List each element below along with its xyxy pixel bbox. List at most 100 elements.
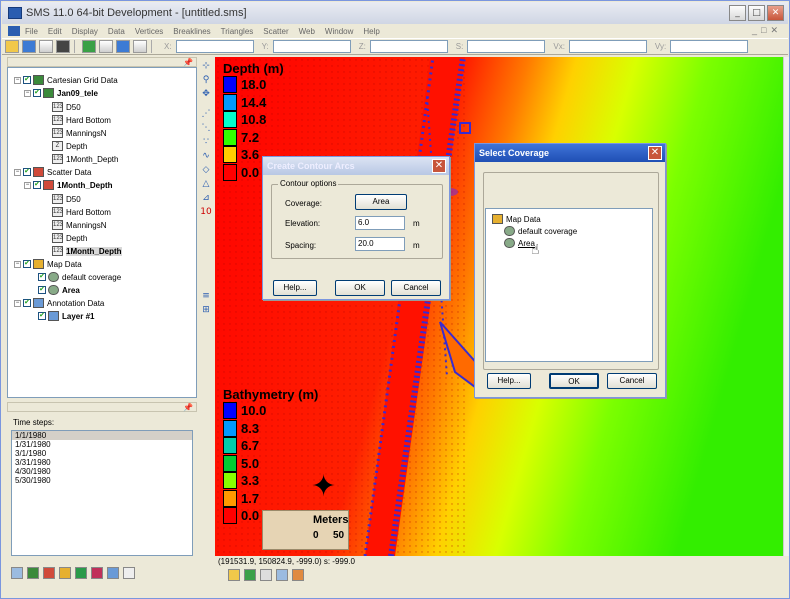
checkbox[interactable]: ✔ bbox=[23, 260, 31, 268]
open-icon[interactable] bbox=[5, 40, 19, 53]
menu-breaklines[interactable]: Breaklines bbox=[168, 27, 215, 36]
checkbox[interactable]: ✔ bbox=[23, 168, 31, 176]
scatter-module-icon[interactable] bbox=[43, 567, 55, 579]
pin-icon[interactable]: 📌 bbox=[183, 403, 193, 412]
collapse-icon[interactable]: − bbox=[14, 168, 21, 176]
mdi-controls[interactable]: _□✕ bbox=[752, 25, 782, 36]
tree-dataset[interactable]: 123 Hard Bottom bbox=[52, 206, 111, 218]
node-tool-icon[interactable]: ⋱ bbox=[199, 122, 213, 134]
display-options-icon[interactable] bbox=[244, 569, 256, 581]
frame-icon[interactable] bbox=[116, 40, 130, 53]
pin-icon[interactable]: 📌 bbox=[183, 58, 193, 67]
z-field[interactable] bbox=[369, 40, 448, 53]
annotation-module-icon[interactable] bbox=[107, 567, 119, 579]
particle-module-icon[interactable] bbox=[91, 567, 103, 579]
elevation-field[interactable]: 6.0 bbox=[355, 216, 405, 230]
gis-module-icon[interactable] bbox=[75, 567, 87, 579]
checkbox[interactable]: ✔ bbox=[38, 312, 46, 320]
menu-display[interactable]: Display bbox=[67, 27, 103, 36]
tree-cartesian-grid[interactable]: − ✔ Cartesian Grid Data bbox=[14, 74, 118, 86]
tree-scatter-data[interactable]: − ✔ Scatter Data bbox=[14, 166, 91, 178]
minimize-button[interactable]: _ bbox=[729, 5, 746, 21]
menu-data[interactable]: Data bbox=[103, 27, 130, 36]
save-icon[interactable] bbox=[22, 40, 36, 53]
menu-web[interactable]: Web bbox=[294, 27, 320, 36]
maximize-button[interactable]: □ bbox=[748, 5, 765, 21]
checkbox[interactable]: ✔ bbox=[38, 273, 46, 281]
menu-scatter[interactable]: Scatter bbox=[258, 27, 293, 36]
print-icon[interactable] bbox=[39, 40, 53, 53]
pan-tool-icon[interactable]: ✥ bbox=[199, 88, 213, 100]
menu-triangles[interactable]: Triangles bbox=[216, 27, 259, 36]
collapse-icon[interactable]: − bbox=[24, 89, 31, 97]
tree-layer[interactable]: ✔ Layer #1 bbox=[38, 310, 94, 322]
checkbox[interactable]: ✔ bbox=[33, 89, 41, 97]
time-step-item[interactable]: 4/30/1980 bbox=[12, 467, 192, 476]
tree-grid-item[interactable]: − ✔ Jan09_tele bbox=[24, 87, 98, 99]
feature-tool-icon[interactable]: ⊿ bbox=[199, 192, 213, 204]
tree-dataset[interactable]: 123 D50 bbox=[52, 101, 81, 113]
pan-icon[interactable] bbox=[133, 40, 147, 53]
tree-map-data[interactable]: − ✔ Map Data bbox=[14, 258, 82, 270]
vy-field[interactable] bbox=[670, 40, 749, 53]
tree-dataset[interactable]: 123 D50 bbox=[52, 193, 81, 205]
chart-icon[interactable] bbox=[292, 569, 304, 581]
cancel-button[interactable]: Cancel bbox=[391, 280, 441, 296]
ok-button[interactable]: OK bbox=[549, 373, 599, 389]
checkbox[interactable]: ✔ bbox=[23, 76, 31, 84]
help-button[interactable]: Help... bbox=[487, 373, 531, 389]
vx-field[interactable] bbox=[568, 40, 647, 53]
model-tool-icon[interactable]: ⊞ bbox=[199, 304, 213, 316]
zoom-icon[interactable] bbox=[99, 40, 113, 53]
help-button[interactable]: Help... bbox=[273, 280, 317, 296]
vertex-tool-icon[interactable]: ⋰ bbox=[199, 108, 213, 120]
checkbox[interactable]: ✔ bbox=[23, 299, 31, 307]
time-step-item[interactable]: 1/1/1980 bbox=[12, 431, 192, 440]
tree-scatter-item[interactable]: − ✔ 1Month_Depth bbox=[24, 179, 113, 191]
collapse-icon[interactable]: − bbox=[14, 260, 21, 268]
menu-vertices[interactable]: Vertices bbox=[130, 27, 168, 36]
tree-annotation-data[interactable]: − ✔ Annotation Data bbox=[14, 297, 104, 309]
contour-icon[interactable] bbox=[260, 569, 272, 581]
time-step-item[interactable]: 3/1/1980 bbox=[12, 449, 192, 458]
close-window-button[interactable]: ✕ bbox=[767, 5, 784, 21]
tree-coverage[interactable]: ✔ default coverage bbox=[38, 271, 121, 283]
coverage-button[interactable]: Area bbox=[355, 194, 407, 210]
checkbox[interactable]: ✔ bbox=[33, 181, 41, 189]
time-step-item[interactable]: 3/31/1980 bbox=[12, 458, 192, 467]
menu-edit[interactable]: Edit bbox=[43, 27, 67, 36]
polygon-tool-icon[interactable]: ◇ bbox=[199, 164, 213, 176]
collapse-icon[interactable]: − bbox=[24, 181, 31, 189]
coverage-tree[interactable]: Map Data default coverage Area bbox=[485, 208, 653, 362]
tree-dataset[interactable]: 123 1Month_Depth bbox=[52, 153, 118, 165]
collapse-icon[interactable]: − bbox=[14, 299, 21, 307]
y-field[interactable] bbox=[272, 40, 351, 53]
spacing-field[interactable]: 20.0 bbox=[355, 237, 405, 251]
tree-dataset[interactable]: Z Depth bbox=[52, 140, 87, 152]
menu-help[interactable]: Help bbox=[358, 27, 384, 36]
time-step-item[interactable]: 5/30/1980 bbox=[12, 476, 192, 485]
number-tool-icon[interactable]: 10 bbox=[199, 206, 213, 218]
checkbox[interactable]: ✔ bbox=[38, 286, 46, 294]
tree-dataset-active[interactable]: 123 1Month_Depth bbox=[52, 245, 122, 257]
dialog-close-button[interactable]: ✕ bbox=[648, 146, 662, 160]
ok-button[interactable]: OK bbox=[335, 280, 385, 296]
dialog-close-button[interactable]: ✕ bbox=[432, 159, 446, 173]
mesh-module-icon[interactable] bbox=[11, 567, 23, 579]
tree-dataset[interactable]: 123 ManningsN bbox=[52, 219, 106, 231]
time-steps-list[interactable]: 1/1/1980 1/31/1980 3/1/1980 3/31/1980 4/… bbox=[11, 430, 193, 556]
collapse-icon[interactable]: − bbox=[14, 76, 21, 84]
tree-coverage[interactable]: ✔ Area bbox=[38, 284, 80, 296]
zoom-tool-icon[interactable]: ⚲ bbox=[199, 74, 213, 86]
grid-module-icon[interactable] bbox=[27, 567, 39, 579]
light-icon[interactable] bbox=[228, 569, 240, 581]
cancel-button[interactable]: Cancel bbox=[607, 373, 657, 389]
select-tool-icon[interactable]: ⊹ bbox=[199, 60, 213, 72]
s-field[interactable] bbox=[467, 40, 546, 53]
tree-coverage[interactable]: default coverage bbox=[504, 225, 577, 237]
tree-map-data[interactable]: Map Data bbox=[492, 213, 541, 225]
delete-icon[interactable] bbox=[56, 40, 70, 53]
vertical-scrollbar[interactable] bbox=[783, 57, 789, 556]
refresh-icon[interactable] bbox=[82, 40, 96, 53]
plot-icon[interactable] bbox=[276, 569, 288, 581]
